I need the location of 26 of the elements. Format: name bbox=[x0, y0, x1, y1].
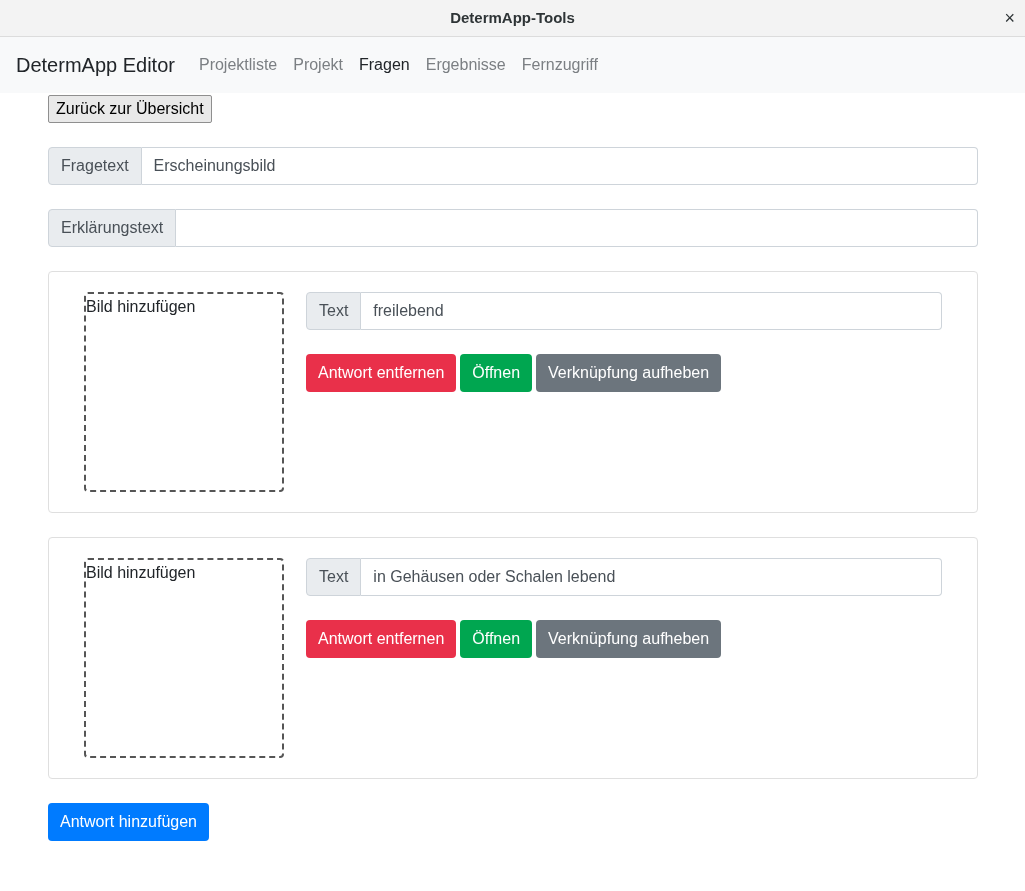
add-answer-button[interactable]: Antwort hinzufügen bbox=[48, 803, 209, 841]
open-button[interactable]: Öffnen bbox=[460, 354, 533, 392]
text-field[interactable] bbox=[176, 209, 978, 247]
remove-answer-button[interactable]: Antwort entfernen bbox=[306, 354, 457, 392]
image-drop-area[interactable]: Bild hinzufügen bbox=[84, 292, 284, 492]
window-title: DetermApp-Tools bbox=[450, 7, 575, 28]
navbar-brand[interactable]: DetermApp Editor bbox=[16, 50, 175, 80]
unlink-button[interactable]: Verknüpfung aufheben bbox=[536, 620, 722, 658]
field-label: Fragetext bbox=[48, 147, 142, 185]
unlink-button[interactable]: Verknüpfung aufheben bbox=[536, 354, 722, 392]
close-button[interactable]: × bbox=[1004, 8, 1015, 28]
text-field[interactable]: freilebend bbox=[361, 292, 942, 330]
remove-answer-button[interactable]: Antwort entfernen bbox=[306, 620, 457, 658]
nav-link[interactable]: Projekt bbox=[285, 53, 351, 77]
nav-link[interactable]: Ergebnisse bbox=[417, 53, 514, 77]
nav-link[interactable]: Projektliste bbox=[190, 53, 286, 77]
image-drop-area[interactable]: Bild hinzufügen bbox=[84, 558, 284, 758]
back-button[interactable]: Zurück zur Übersicht bbox=[48, 95, 212, 123]
text-label: Text bbox=[306, 292, 362, 330]
nav-link[interactable]: Fragen bbox=[351, 53, 418, 77]
open-button[interactable]: Öffnen bbox=[460, 620, 533, 658]
text-field[interactable]: Erscheinungsbild bbox=[141, 147, 978, 185]
text-field[interactable]: in Gehäusen oder Schalen lebend bbox=[361, 558, 942, 596]
field-label: Erklärungstext bbox=[48, 209, 177, 247]
text-label: Text bbox=[306, 558, 362, 596]
nav-link[interactable]: Fernzugriff bbox=[513, 53, 606, 77]
